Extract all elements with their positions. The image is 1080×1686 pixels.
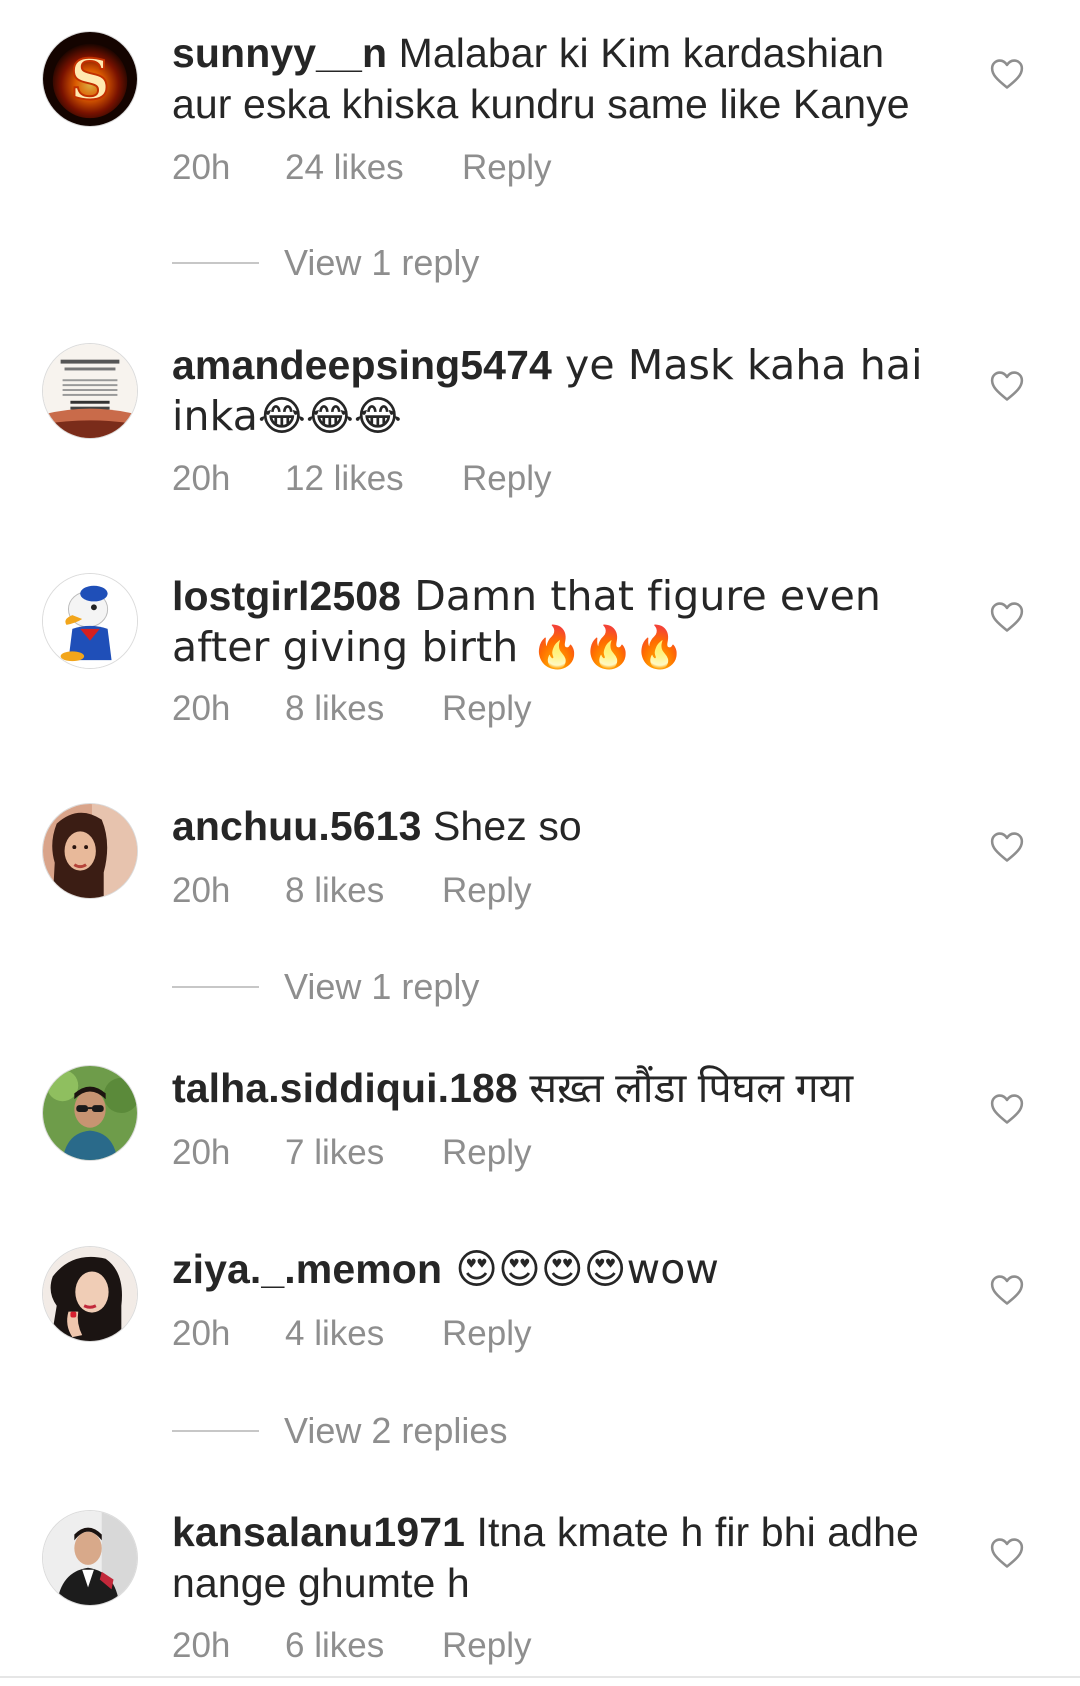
- view-replies-button[interactable]: View 2 replies: [172, 1409, 672, 1453]
- reply-button[interactable]: Reply: [442, 1133, 531, 1173]
- reply-button[interactable]: Reply: [442, 1626, 531, 1666]
- comment-body: anchuu.5613 Shez so: [172, 801, 952, 852]
- heart-outline-icon[interactable]: [990, 58, 1024, 90]
- heart-outline-icon[interactable]: [990, 1093, 1024, 1125]
- comment-username[interactable]: talha.siddiqui.188: [172, 1065, 518, 1111]
- reply-button[interactable]: Reply: [462, 148, 551, 188]
- comment-likes[interactable]: 8 likes: [285, 689, 384, 729]
- comment-likes[interactable]: 4 likes: [285, 1314, 384, 1354]
- comment-username[interactable]: lostgirl2508: [172, 573, 401, 619]
- comment-likes[interactable]: 12 likes: [285, 459, 404, 499]
- heart-outline-icon[interactable]: [990, 1274, 1024, 1306]
- comment-text: 😍😍😍😍wow: [442, 1245, 720, 1293]
- comment-timestamp: 20h: [172, 1133, 231, 1172]
- comments-list: S sunnyy__n Malabar ki Kim kardashian au…: [0, 0, 1080, 1686]
- view-replies-label[interactable]: View 1 reply: [284, 241, 479, 285]
- view-replies-label[interactable]: View 1 reply: [284, 965, 479, 1009]
- comment-timestamp: 20h: [172, 1626, 231, 1665]
- avatar[interactable]: [42, 1510, 138, 1606]
- avatar[interactable]: [42, 573, 138, 669]
- comment-likes[interactable]: 24 likes: [285, 148, 404, 188]
- comment-timestamp: 20h: [172, 871, 231, 910]
- avatar[interactable]: [42, 1065, 138, 1161]
- replies-divider: [172, 1430, 259, 1432]
- comment-text: सख़्त लौंडा पिघल गया: [517, 1065, 854, 1111]
- comment-timestamp: 20h: [172, 459, 231, 498]
- avatar[interactable]: [42, 343, 138, 439]
- heart-outline-icon[interactable]: [990, 831, 1024, 863]
- comment-username[interactable]: anchuu.5613: [172, 803, 421, 849]
- comment-body: sunnyy__n Malabar ki Kim kardashian aur …: [172, 28, 952, 130]
- comment-likes[interactable]: 8 likes: [285, 871, 384, 911]
- view-replies-label[interactable]: View 2 replies: [284, 1409, 507, 1453]
- avatar[interactable]: [42, 1246, 138, 1342]
- heart-outline-icon[interactable]: [990, 601, 1024, 633]
- heart-outline-icon[interactable]: [990, 1537, 1024, 1569]
- comment-username[interactable]: ziya._.memon: [172, 1246, 442, 1292]
- bottom-divider: [0, 1676, 1080, 1678]
- comment-username[interactable]: amandeepsing5474: [172, 342, 552, 388]
- heart-outline-icon[interactable]: [990, 370, 1024, 402]
- view-replies-button[interactable]: View 1 reply: [172, 241, 672, 285]
- reply-button[interactable]: Reply: [442, 1314, 531, 1354]
- comment-likes[interactable]: 6 likes: [285, 1626, 384, 1666]
- reply-button[interactable]: Reply: [442, 689, 531, 729]
- comment-body: kansalanu1971 Itna kmate h fir bhi adhe …: [172, 1507, 952, 1609]
- comment-timestamp: 20h: [172, 148, 231, 187]
- comment-username[interactable]: sunnyy__n: [172, 30, 387, 76]
- comment-body: ziya._.memon 😍😍😍😍wow: [172, 1244, 952, 1295]
- avatar[interactable]: [42, 803, 138, 899]
- comment-text: Shez so: [421, 803, 582, 849]
- reply-button[interactable]: Reply: [462, 459, 551, 499]
- comment-body: lostgirl2508 Damn that figure even after…: [172, 571, 952, 673]
- comment-body: amandeepsing5474 ye Mask kaha hai inka😂😂…: [172, 340, 952, 442]
- comment-username[interactable]: kansalanu1971: [172, 1509, 465, 1555]
- comment-body: talha.siddiqui.188 सख़्त लौंडा पिघल गया: [172, 1063, 952, 1114]
- comment-likes[interactable]: 7 likes: [285, 1133, 384, 1173]
- svg-text:S: S: [70, 48, 110, 112]
- comment-timestamp: 20h: [172, 1314, 231, 1353]
- view-replies-button[interactable]: View 1 reply: [172, 965, 672, 1009]
- reply-button[interactable]: Reply: [442, 871, 531, 911]
- replies-divider: [172, 986, 259, 988]
- comment-timestamp: 20h: [172, 689, 231, 728]
- avatar[interactable]: S: [42, 31, 138, 127]
- replies-divider: [172, 262, 259, 264]
